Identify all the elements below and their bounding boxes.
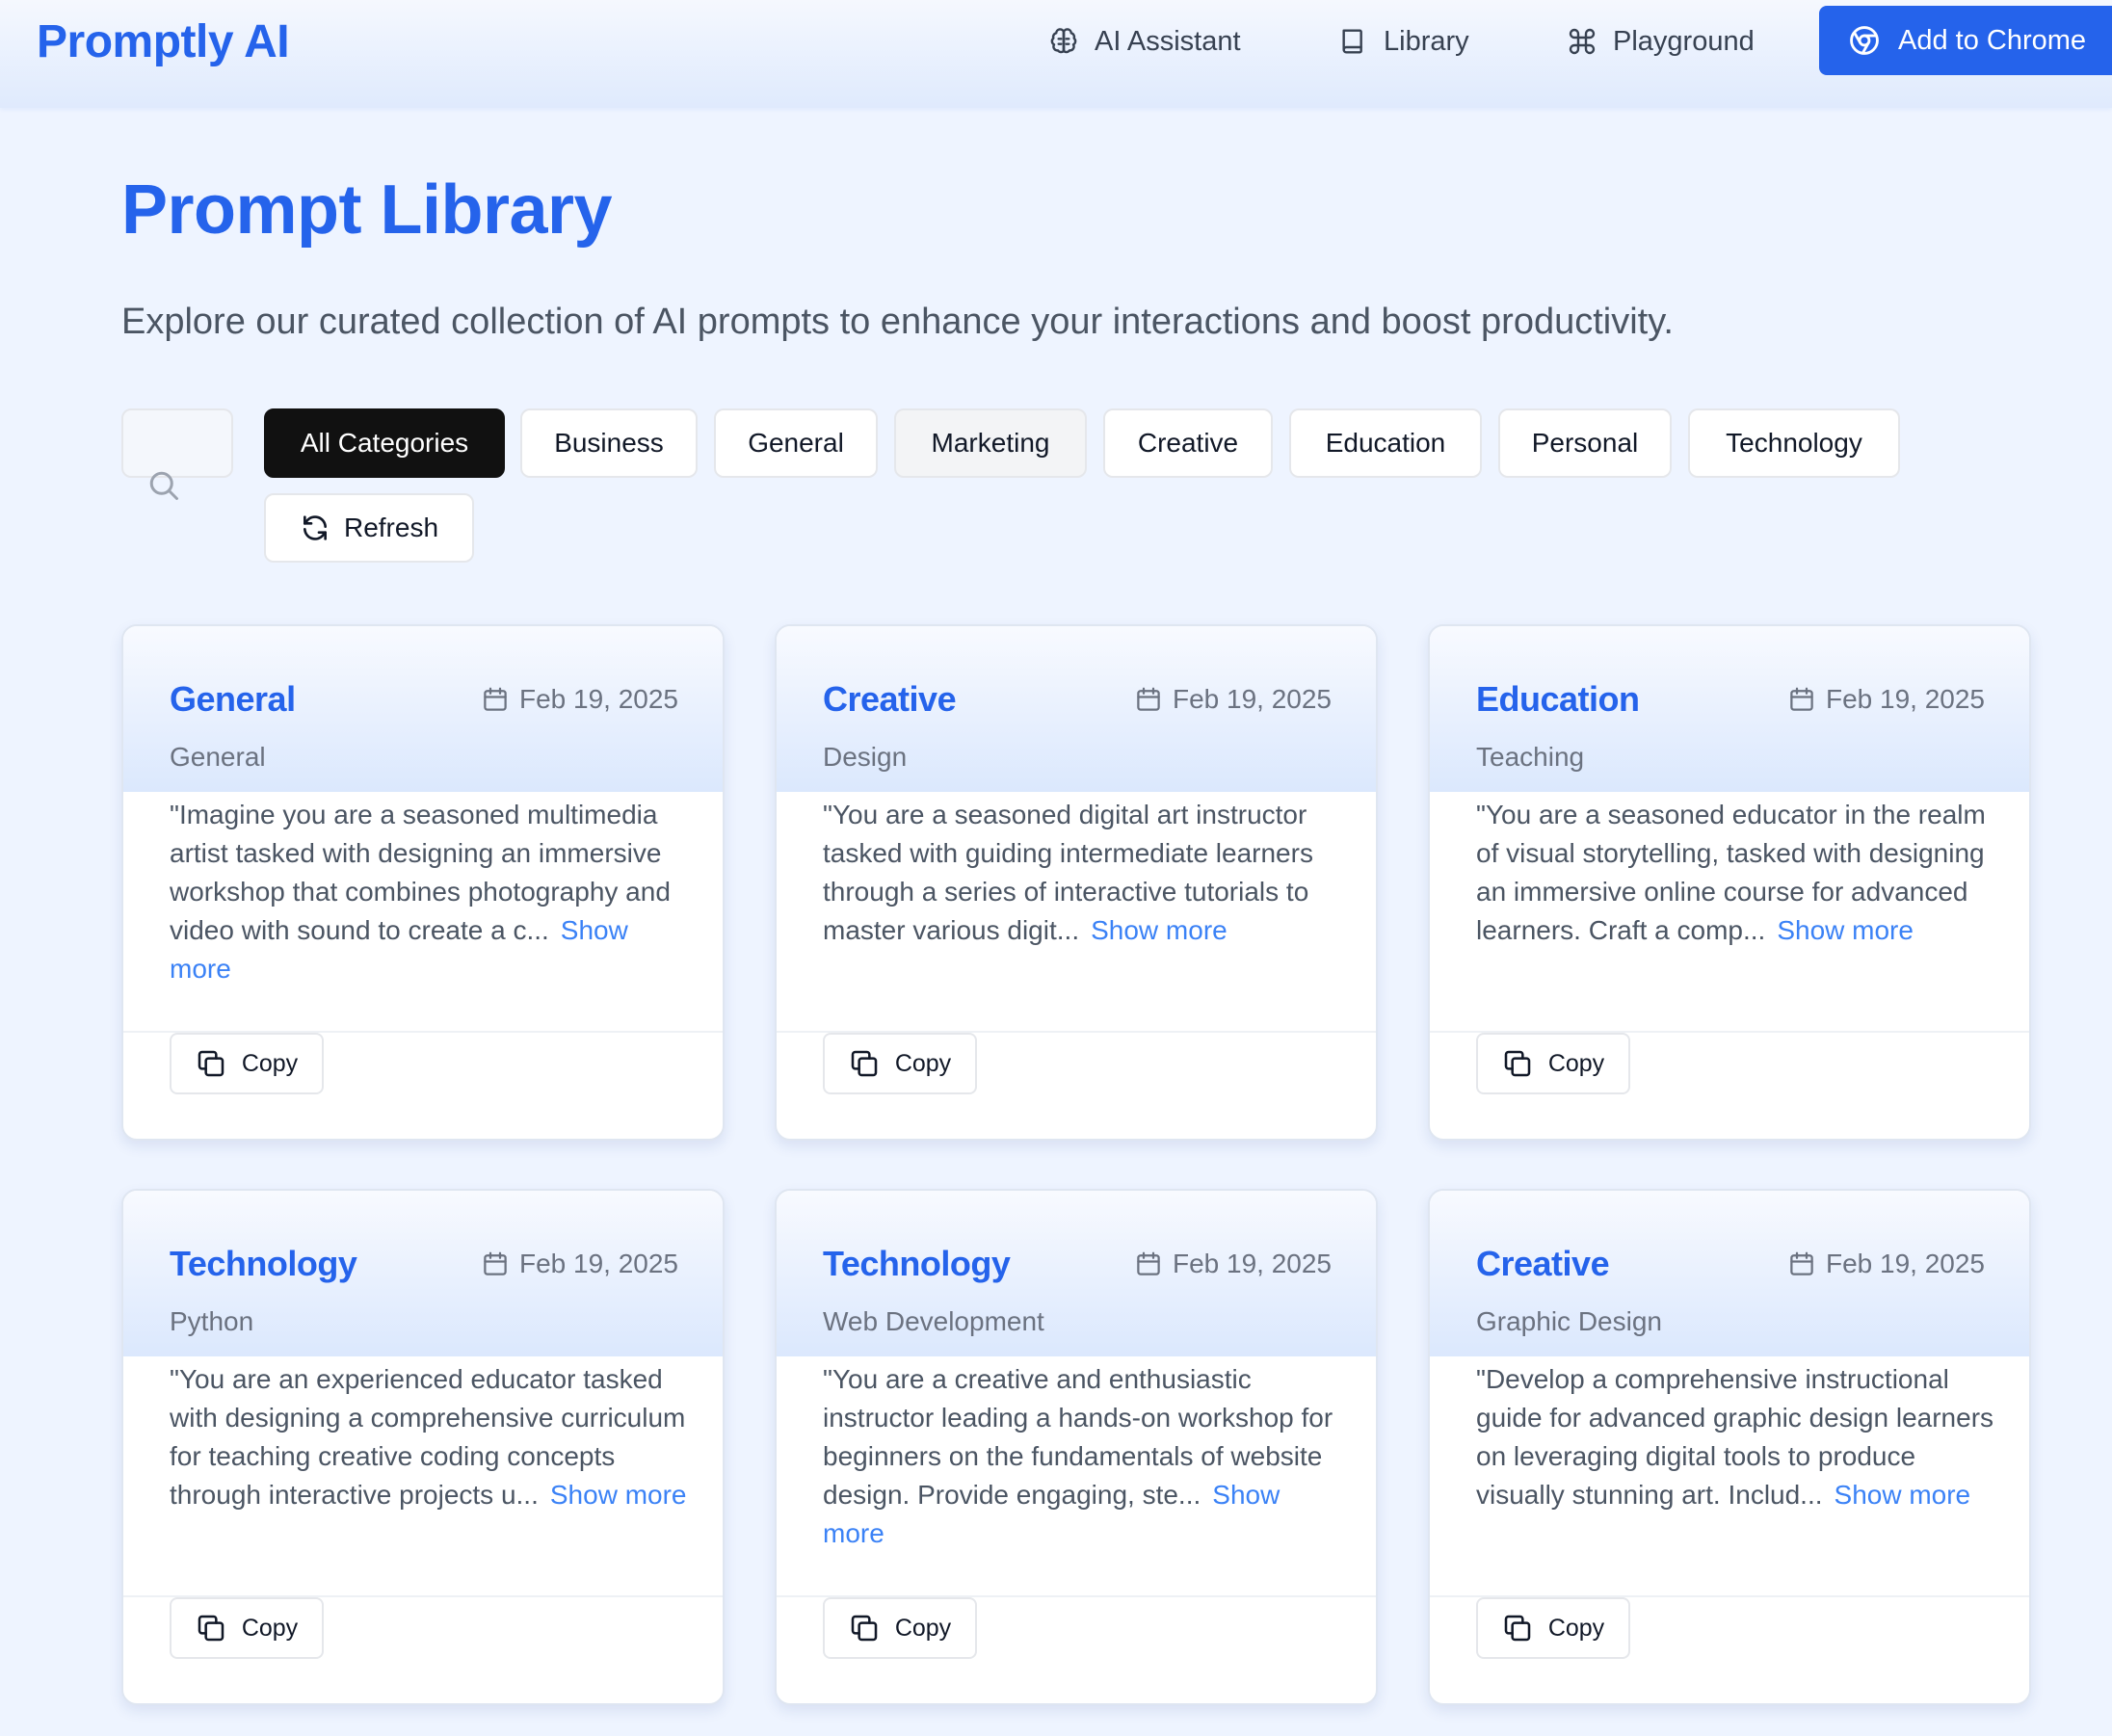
copy-button[interactable]: Copy bbox=[1476, 1597, 1630, 1659]
nav-playground[interactable]: Playground bbox=[1567, 19, 1755, 64]
copy-icon bbox=[1504, 1050, 1531, 1077]
card-category: General bbox=[170, 679, 296, 719]
show-more-link[interactable]: Show more bbox=[1777, 915, 1914, 945]
card-excerpt: "You are an experienced educator tasked … bbox=[170, 1360, 690, 1514]
card-subcategory: Graphic Design bbox=[1476, 1306, 1662, 1336]
card-date: Feb 19, 2025 bbox=[1787, 682, 1985, 717]
filter-general[interactable]: General bbox=[714, 408, 878, 478]
prompt-card: Technology Feb 19, 2025 Python "You are … bbox=[121, 1189, 725, 1705]
prompt-card: General Feb 19, 2025 General "Imagine yo… bbox=[121, 624, 725, 1141]
copy-label: Copy bbox=[894, 1614, 952, 1642]
card-date: Feb 19, 2025 bbox=[481, 682, 678, 717]
card-category: Creative bbox=[1476, 1244, 1610, 1283]
page-title: Prompt Library bbox=[121, 171, 613, 249]
copy-icon bbox=[851, 1050, 878, 1077]
copy-label: Copy bbox=[1547, 1614, 1605, 1642]
nav-library-label: Library bbox=[1384, 25, 1469, 57]
refresh-icon bbox=[303, 515, 327, 540]
card-date: Feb 19, 2025 bbox=[1134, 682, 1332, 717]
filter-marketing[interactable]: Marketing bbox=[894, 408, 1087, 478]
card-date-text: Feb 19, 2025 bbox=[518, 1249, 678, 1278]
copy-label: Copy bbox=[241, 1049, 299, 1077]
card-date-text: Feb 19, 2025 bbox=[1172, 1249, 1332, 1278]
filter-business[interactable]: Business bbox=[520, 408, 698, 478]
card-category: Creative bbox=[823, 679, 957, 719]
card-subcategory: Design bbox=[823, 742, 908, 772]
copy-icon bbox=[198, 1615, 224, 1642]
prompt-card: Technology Feb 19, 2025 Web Development … bbox=[775, 1189, 1378, 1705]
card-category: Technology bbox=[170, 1244, 357, 1283]
prompt-card: Creative Feb 19, 2025 Graphic Design "De… bbox=[1428, 1189, 2031, 1705]
filter-creative[interactable]: Creative bbox=[1103, 408, 1273, 478]
refresh-button[interactable]: Refresh bbox=[264, 493, 474, 563]
card-date-text: Feb 19, 2025 bbox=[1825, 684, 1985, 714]
search-icon bbox=[149, 471, 178, 500]
copy-icon bbox=[198, 1050, 224, 1077]
card-date-text: Feb 19, 2025 bbox=[1825, 1249, 1985, 1278]
show-more-link[interactable]: Show more bbox=[1835, 1480, 1971, 1510]
card-excerpt: "You are a creative and enthusiastic ins… bbox=[823, 1360, 1343, 1553]
card-excerpt: "You are a seasoned educator in the real… bbox=[1476, 796, 1996, 950]
card-excerpt: "Develop a comprehensive instructional g… bbox=[1476, 1360, 1996, 1514]
command-icon bbox=[1569, 28, 1596, 55]
book-icon bbox=[1342, 29, 1362, 54]
prompt-card: Education Feb 19, 2025 Teaching "You are… bbox=[1428, 624, 2031, 1141]
brand-logo[interactable]: Promptly AI bbox=[37, 13, 290, 71]
card-subcategory: Teaching bbox=[1476, 742, 1585, 772]
show-more-link[interactable]: Show more bbox=[550, 1480, 687, 1510]
card-category: Education bbox=[1476, 679, 1640, 719]
show-more-link[interactable]: Show more bbox=[1091, 915, 1228, 945]
nav-ai-assistant[interactable]: AI Assistant bbox=[1048, 19, 1241, 64]
calendar-icon bbox=[1137, 1251, 1160, 1276]
copy-button[interactable]: Copy bbox=[170, 1033, 324, 1094]
copy-button[interactable]: Copy bbox=[1476, 1033, 1630, 1094]
filter-personal[interactable]: Personal bbox=[1498, 408, 1672, 478]
copy-label: Copy bbox=[1547, 1049, 1605, 1077]
calendar-icon bbox=[1790, 1251, 1813, 1276]
copy-button[interactable]: Copy bbox=[823, 1033, 977, 1094]
copy-label: Copy bbox=[894, 1049, 952, 1077]
brain-icon bbox=[1050, 28, 1077, 54]
nav-library[interactable]: Library bbox=[1337, 19, 1469, 64]
card-excerpt: "Imagine you are a seasoned multimedia a… bbox=[170, 796, 690, 988]
prompt-card: Creative Feb 19, 2025 Design "You are a … bbox=[775, 624, 1378, 1141]
card-date: Feb 19, 2025 bbox=[1134, 1247, 1332, 1281]
card-excerpt: "You are a seasoned digital art instruct… bbox=[823, 796, 1343, 950]
card-date-text: Feb 19, 2025 bbox=[1172, 684, 1332, 714]
calendar-icon bbox=[484, 1251, 507, 1276]
add-to-chrome-label: Add to Chrome bbox=[1898, 24, 2087, 56]
calendar-icon bbox=[1790, 687, 1813, 711]
nav-ai-assistant-label: AI Assistant bbox=[1095, 25, 1241, 57]
page-subtitle: Explore our curated collection of AI pro… bbox=[121, 302, 1674, 342]
nav-playground-label: Playground bbox=[1613, 25, 1755, 57]
card-subcategory: Web Development bbox=[823, 1306, 1044, 1336]
top-navbar: Promptly AI AI Assistant Library Playgro… bbox=[0, 0, 2112, 108]
filter-all-categories[interactable]: All Categories bbox=[264, 408, 505, 478]
copy-label: Copy bbox=[241, 1614, 299, 1642]
filter-technology[interactable]: Technology bbox=[1688, 408, 1900, 478]
copy-icon bbox=[851, 1615, 878, 1642]
calendar-icon bbox=[1137, 687, 1160, 711]
calendar-icon bbox=[484, 687, 507, 711]
copy-button[interactable]: Copy bbox=[823, 1597, 977, 1659]
filter-education[interactable]: Education bbox=[1289, 408, 1482, 478]
copy-icon bbox=[1504, 1615, 1531, 1642]
add-to-chrome-button[interactable]: Add to Chrome bbox=[1819, 6, 2112, 75]
card-category: Technology bbox=[823, 1244, 1011, 1283]
card-date-text: Feb 19, 2025 bbox=[518, 684, 678, 714]
card-subcategory: Python bbox=[170, 1306, 254, 1336]
copy-button[interactable]: Copy bbox=[170, 1597, 324, 1659]
card-date: Feb 19, 2025 bbox=[481, 1247, 678, 1281]
refresh-label: Refresh bbox=[343, 513, 439, 542]
card-subcategory: General bbox=[170, 742, 266, 772]
chrome-icon bbox=[1850, 26, 1879, 55]
card-excerpt-text: "You are a seasoned digital art instruct… bbox=[823, 800, 1313, 945]
card-date: Feb 19, 2025 bbox=[1787, 1247, 1985, 1281]
